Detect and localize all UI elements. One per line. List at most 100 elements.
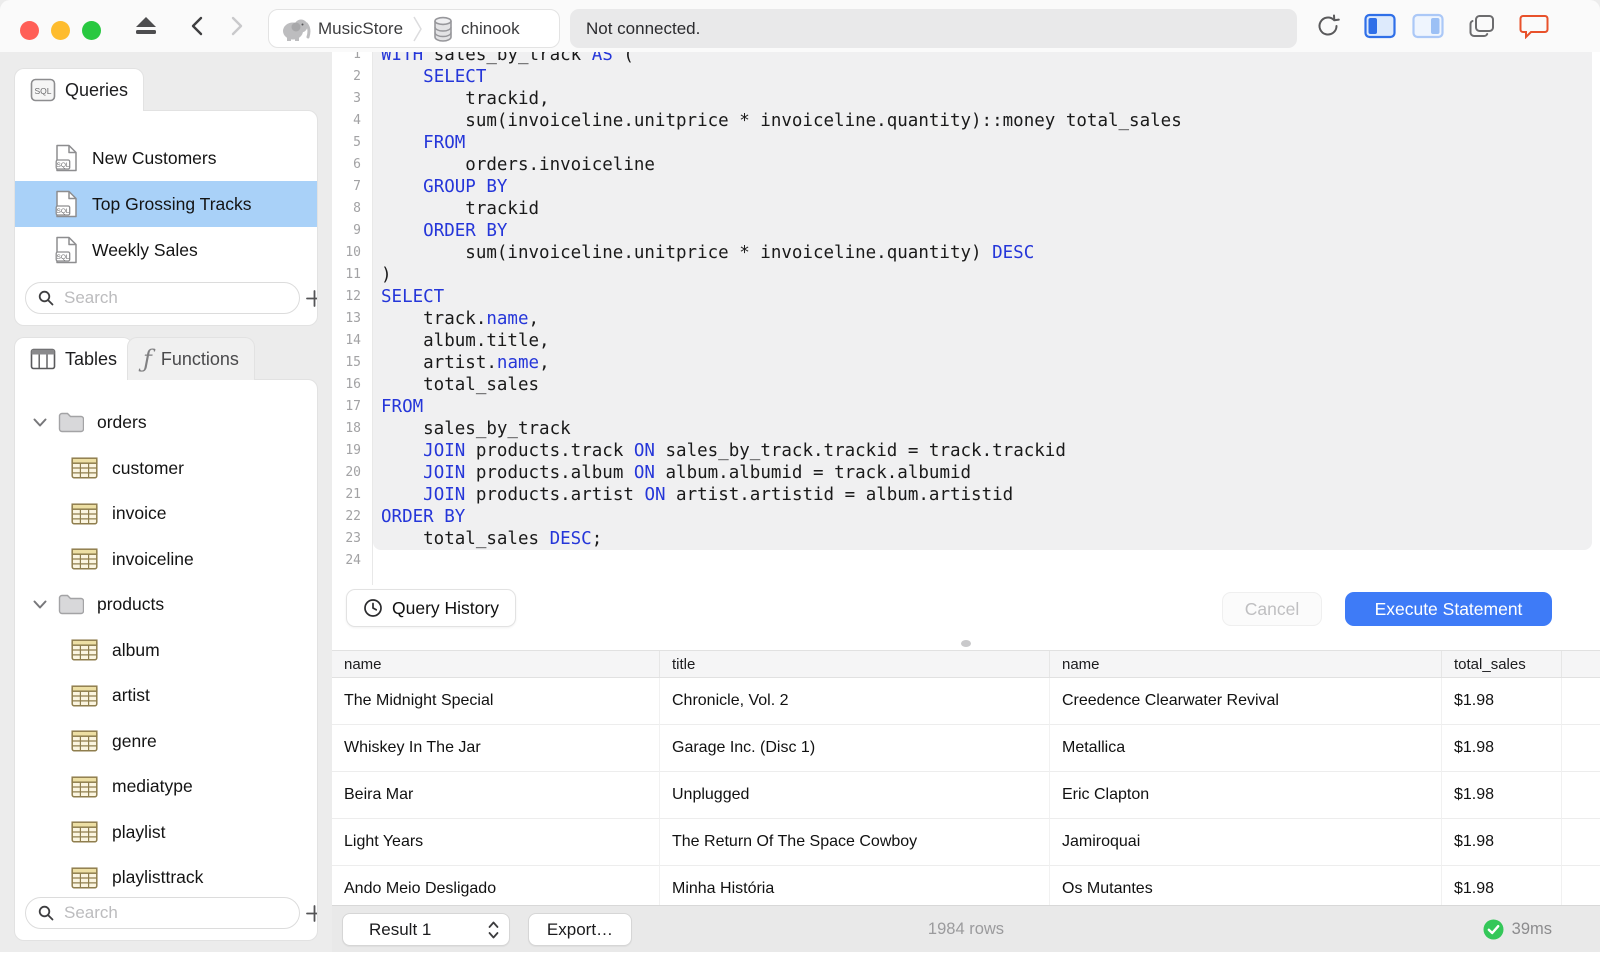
results-cell[interactable]: $1.98 (1442, 725, 1562, 772)
code-line[interactable]: sum(invoiceline.unitprice * invoiceline.… (373, 242, 1592, 264)
table-row[interactable]: invoice (15, 491, 317, 537)
export-button[interactable]: Export… (528, 913, 632, 946)
chevron-down-icon[interactable] (33, 600, 51, 609)
results-column-header[interactable] (1562, 651, 1600, 677)
code-line[interactable]: ) (373, 264, 1592, 286)
results-cell[interactable]: $1.98 (1442, 772, 1562, 819)
editor-results-splitter[interactable] (332, 637, 1600, 650)
code-line[interactable]: artist.name, (373, 352, 1592, 374)
results-row[interactable]: Beira Mar Unplugged Eric Clapton $1.98 (332, 772, 1600, 819)
tab-queries[interactable]: SQL Queries (14, 68, 145, 111)
results-cell[interactable]: $1.98 (1442, 819, 1562, 866)
new-window-button[interactable] (1464, 0, 1500, 52)
schema-row[interactable]: orders (15, 400, 317, 446)
query-list-item[interactable]: SQL Weekly Sales (15, 227, 317, 273)
results-cell[interactable]: Minha História (660, 866, 1050, 905)
results-cell[interactable]: Garage Inc. (Disc 1) (660, 725, 1050, 772)
results-column-header[interactable]: title (660, 651, 1050, 677)
query-history-button[interactable]: Query History (346, 589, 516, 627)
code-line[interactable]: JOIN products.track ON sales_by_track.tr… (373, 440, 1592, 462)
code-line[interactable]: trackid, (373, 88, 1592, 110)
code-line[interactable]: sum(invoiceline.unitprice * invoiceline.… (373, 110, 1592, 132)
table-row[interactable]: album (15, 628, 317, 674)
code-line[interactable]: JOIN products.album ON album.albumid = t… (373, 462, 1592, 484)
tab-tables[interactable]: Tables (14, 337, 134, 380)
results-row[interactable]: Ando Meio Desligado Minha História Os Muta… (332, 866, 1600, 905)
code-line[interactable]: trackid (373, 198, 1592, 220)
code-line[interactable] (373, 550, 1592, 572)
results-cell[interactable]: Chronicle, Vol. 2 (660, 678, 1050, 725)
table-row[interactable]: mediatype (15, 764, 317, 810)
query-list-item[interactable]: SQL New Customers (15, 135, 317, 181)
table-row[interactable]: playlisttrack (15, 855, 317, 901)
results-cell[interactable]: Beira Mar (332, 772, 660, 819)
execute-statement-button[interactable]: Execute Statement (1345, 592, 1552, 626)
results-row[interactable]: Whiskey In The Jar Garage Inc. (Disc 1) Me… (332, 725, 1600, 772)
close-window-button[interactable] (20, 21, 39, 40)
zoom-window-button[interactable] (82, 21, 101, 40)
results-cell[interactable] (1562, 866, 1600, 905)
table-row[interactable]: customer (15, 446, 317, 492)
forward-button[interactable] (222, 0, 252, 52)
query-list-item[interactable]: SQL Top Grossing Tracks (15, 181, 317, 227)
results-row[interactable]: Light Years The Return Of The Space Cowbo… (332, 819, 1600, 866)
tables-search-field[interactable] (25, 897, 300, 929)
chevron-down-icon[interactable] (33, 418, 51, 427)
code-line[interactable]: SELECT (373, 286, 1592, 308)
code-line[interactable]: FROM (373, 396, 1592, 418)
reload-button[interactable] (1312, 0, 1344, 52)
results-cell[interactable]: Os Mutantes (1050, 866, 1442, 905)
tab-functions[interactable]: ƒ Functions (127, 337, 255, 380)
results-cell[interactable]: $1.98 (1442, 866, 1562, 905)
code-line[interactable]: WITH sales_by_track AS ( (373, 52, 1592, 66)
table-row[interactable]: artist (15, 673, 317, 719)
results-cell[interactable]: Whiskey In The Jar (332, 725, 660, 772)
code-line[interactable]: track.name, (373, 308, 1592, 330)
toggle-right-sidebar-button[interactable] (1410, 0, 1446, 52)
table-row[interactable]: genre (15, 719, 317, 765)
results-cell[interactable]: Metallica (1050, 725, 1442, 772)
queries-search-input[interactable] (62, 287, 287, 309)
add-query-button[interactable] (306, 282, 317, 314)
results-cell[interactable]: Eric Clapton (1050, 772, 1442, 819)
queries-search-field[interactable] (25, 282, 300, 314)
breadcrumb-server[interactable]: MusicStore (281, 16, 403, 42)
results-cell[interactable]: The Midnight Special (332, 678, 660, 725)
code-line[interactable]: album.title, (373, 330, 1592, 352)
code-line[interactable]: GROUP BY (373, 176, 1592, 198)
results-row[interactable]: The Midnight Special Chronicle, Vol. 2 Cre… (332, 678, 1600, 725)
results-cell[interactable]: $1.98 (1442, 678, 1562, 725)
results-column-header[interactable]: name (1050, 651, 1442, 677)
result-selector[interactable]: Result 1 (342, 913, 510, 946)
back-button[interactable] (182, 0, 212, 52)
results-cell[interactable]: Jamiroquai (1050, 819, 1442, 866)
code-line[interactable]: ORDER BY (373, 506, 1592, 528)
results-cell[interactable]: Unplugged (660, 772, 1050, 819)
results-cell[interactable]: The Return Of The Space Cowboy (660, 819, 1050, 866)
table-row[interactable]: playlist (15, 810, 317, 856)
results-cell[interactable]: Ando Meio Desligado (332, 866, 660, 905)
code-line[interactable]: SELECT (373, 66, 1592, 88)
results-cell[interactable]: Creedence Clearwater Revival (1050, 678, 1442, 725)
breadcrumb-database[interactable]: chinook (432, 16, 520, 42)
splitter-handle[interactable] (961, 640, 971, 647)
results-cell[interactable] (1562, 725, 1600, 772)
results-cell[interactable] (1562, 772, 1600, 819)
results-cell[interactable] (1562, 819, 1600, 866)
sql-code[interactable]: WITH sales_by_track AS ( SELECT trackid,… (373, 52, 1592, 572)
feedback-button[interactable] (1516, 0, 1552, 52)
table-row[interactable]: invoiceline (15, 537, 317, 583)
results-cell[interactable]: Light Years (332, 819, 660, 866)
code-line[interactable]: total_sales DESC; (373, 528, 1592, 550)
code-line[interactable]: JOIN products.artist ON artist.artistid … (373, 484, 1592, 506)
schema-row[interactable]: products (15, 582, 317, 628)
results-column-header[interactable]: total_sales (1442, 651, 1562, 677)
code-line[interactable]: orders.invoiceline (373, 154, 1592, 176)
sql-editor[interactable]: 1 2 3 4 5 6 7 8 9 10 11 12 13 14 15 16 17 18 19 20 21 22 23 24 … (332, 52, 1600, 585)
results-cell[interactable] (1562, 678, 1600, 725)
tables-search-input[interactable] (62, 902, 287, 924)
results-column-header[interactable]: name (332, 651, 660, 677)
add-table-button[interactable] (306, 897, 317, 929)
toggle-left-sidebar-button[interactable] (1362, 0, 1398, 52)
eject-disconnect-button[interactable] (130, 0, 162, 52)
